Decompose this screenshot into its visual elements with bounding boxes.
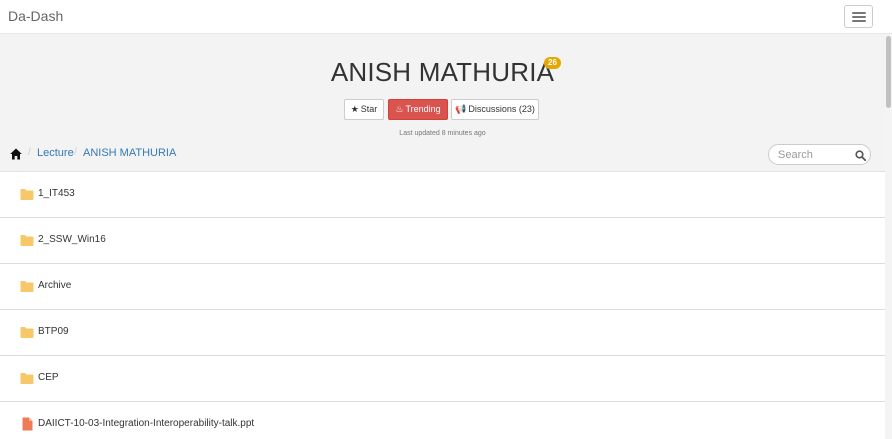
star-icon: ★ bbox=[350, 104, 359, 114]
hamburger-icon bbox=[852, 16, 866, 18]
breadcrumb-separator: / bbox=[74, 147, 77, 158]
list-item[interactable]: CEP bbox=[0, 356, 885, 402]
star-button-label: Star bbox=[360, 104, 378, 114]
file-name[interactable]: DAIICT-10-03-Integration-Interoperabilit… bbox=[38, 418, 254, 429]
folder-name[interactable]: Archive bbox=[38, 280, 71, 291]
breadcrumb-item-current[interactable]: ANISH MATHURIA bbox=[83, 147, 176, 159]
search-icon[interactable] bbox=[855, 150, 866, 161]
navbar: Da-Dash bbox=[0, 0, 892, 34]
hamburger-icon bbox=[852, 20, 866, 22]
folder-name[interactable]: 1_IT453 bbox=[38, 188, 75, 199]
list-item[interactable]: 1_IT453 bbox=[0, 172, 885, 218]
list-item[interactable]: BTP09 bbox=[0, 310, 885, 356]
folder-icon bbox=[20, 281, 34, 292]
folder-icon bbox=[20, 235, 34, 246]
folder-icon bbox=[20, 327, 34, 338]
bullhorn-icon: 📢 bbox=[455, 104, 467, 114]
folder-icon bbox=[20, 189, 34, 200]
breadcrumb-item-lecture[interactable]: Lecture bbox=[37, 147, 74, 159]
search-input[interactable]: Search bbox=[768, 144, 871, 165]
fire-icon: ♨ bbox=[395, 104, 404, 114]
repo-header: ANISH MATHURIA 26 ★ Star ♨ Trending 📢 Discu… bbox=[0, 34, 885, 172]
list-item[interactable]: 2_SSW_Win16 bbox=[0, 218, 885, 264]
last-updated-text: Last updated 8 minutes ago bbox=[399, 130, 486, 137]
trending-button[interactable]: ♨ Trending bbox=[388, 99, 448, 120]
discussions-button-label: Discussions (23) bbox=[468, 104, 535, 114]
folder-name[interactable]: BTP09 bbox=[38, 326, 69, 337]
file-powerpoint-icon bbox=[22, 417, 33, 431]
star-button[interactable]: ★ Star bbox=[344, 99, 384, 120]
home-icon[interactable] bbox=[10, 148, 22, 160]
brand-link[interactable]: Da-Dash bbox=[8, 8, 63, 24]
discussions-button[interactable]: 📢 Discussions (23) bbox=[451, 99, 539, 120]
star-count-badge: 26 bbox=[544, 57, 561, 69]
search-placeholder: Search bbox=[778, 149, 813, 161]
breadcrumb-separator: / bbox=[28, 147, 31, 158]
folder-icon bbox=[20, 373, 34, 384]
list-item[interactable]: DAIICT-10-03-Integration-Interoperabilit… bbox=[0, 402, 885, 439]
scrollbar-thumb[interactable] bbox=[886, 36, 891, 108]
menu-toggle-button[interactable] bbox=[844, 5, 873, 28]
folder-name[interactable]: CEP bbox=[38, 372, 59, 383]
list-item[interactable]: Archive bbox=[0, 264, 885, 310]
trending-button-label: Trending bbox=[405, 104, 441, 114]
hamburger-icon bbox=[852, 12, 866, 14]
page-title: ANISH MATHURIA bbox=[330, 57, 555, 87]
folder-name[interactable]: 2_SSW_Win16 bbox=[38, 234, 106, 245]
